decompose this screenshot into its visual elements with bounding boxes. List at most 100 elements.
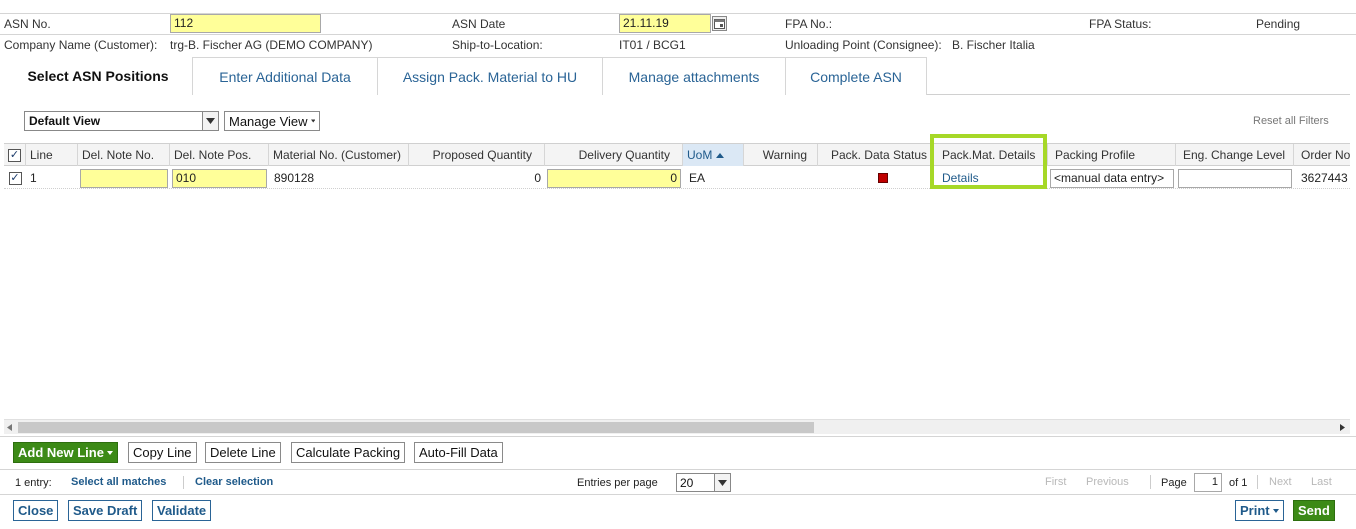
cell-del-note-no-wrap: [78, 167, 170, 189]
ship-to-label: Ship-to-Location:: [452, 38, 543, 52]
copy-line-button[interactable]: Copy Line: [128, 442, 197, 463]
pager-separator: [1150, 475, 1151, 489]
col-header-delivery-qty[interactable]: Delivery Quantity: [545, 144, 683, 166]
add-new-line-label: Add New Line: [18, 445, 104, 460]
select-all-matches-link[interactable]: Select all matches: [71, 476, 166, 488]
pager-separator: [183, 476, 184, 489]
caret-down-icon: [310, 119, 315, 123]
entry-count: 1 entry:: [15, 477, 52, 489]
entries-per-page-value: 20: [680, 475, 694, 490]
col-header-pack-data-status[interactable]: Pack. Data Status: [818, 144, 932, 166]
calculate-packing-button[interactable]: Calculate Packing: [291, 442, 406, 463]
scroll-left-icon: [7, 424, 12, 431]
chevron-down-icon: [202, 112, 218, 130]
row-checkbox[interactable]: ✓: [8, 171, 22, 185]
company-label: Company Name (Customer):: [4, 38, 158, 52]
grid-header-row: ✓ Line Del. Note No. Del. Note Pos. Mate…: [4, 144, 1350, 166]
delivery-qty-input[interactable]: 0: [547, 168, 681, 188]
close-button[interactable]: Close: [13, 500, 59, 521]
del-note-pos-input[interactable]: 010: [172, 168, 267, 188]
page-of-total: of 1: [1229, 477, 1248, 489]
unloading-label: Unloading Point (Consignee):: [785, 38, 942, 52]
default-view-select[interactable]: Default View: [24, 111, 219, 131]
col-header-warning[interactable]: Warning: [744, 144, 818, 166]
col-header-line[interactable]: Line: [26, 144, 78, 166]
del-note-no-input[interactable]: [80, 168, 168, 188]
pager-top-border: [0, 469, 1356, 470]
unloading-value: B. Fischer Italia: [952, 38, 1035, 52]
tab-select-asn-positions[interactable]: Select ASN Positions: [4, 57, 192, 96]
horizontal-scrollbar[interactable]: [4, 419, 1350, 434]
col-header-proposed-qty[interactable]: Proposed Quantity: [409, 144, 545, 166]
print-button[interactable]: Print: [1235, 500, 1284, 521]
caret-down-icon: [1272, 508, 1279, 513]
sort-ascending-icon: [716, 152, 725, 158]
eng-change-level-input[interactable]: [1178, 168, 1292, 188]
tab-bar: Select ASN Positions Enter Additional Da…: [4, 57, 1350, 96]
clear-selection-link[interactable]: Clear selection: [195, 476, 273, 488]
tab-manage-attachments[interactable]: Manage attachments: [602, 57, 786, 95]
positions-grid: ✓ Line Del. Note No. Del. Note Pos. Mate…: [4, 143, 1350, 419]
asn-no-field[interactable]: 112: [170, 14, 321, 33]
col-header-packing-profile[interactable]: Packing Profile: [1048, 144, 1176, 166]
asn-no-label: ASN No.: [4, 17, 51, 31]
select-all-checkbox[interactable]: ✓: [8, 148, 21, 162]
save-draft-button[interactable]: Save Draft: [68, 500, 143, 521]
add-new-line-button[interactable]: Add New Line: [13, 442, 118, 463]
print-label: Print: [1240, 503, 1270, 518]
entries-per-page-select[interactable]: 20: [676, 473, 731, 492]
tab-assign-pack-material[interactable]: Assign Pack. Material to HU: [377, 57, 603, 95]
status-red-square-icon: [878, 173, 888, 183]
packing-profile-input[interactable]: <manual data entry>: [1050, 168, 1174, 188]
page-number-input[interactable]: 1: [1194, 473, 1222, 492]
manage-view-label: Manage View: [229, 113, 308, 129]
caret-down-icon: [106, 450, 113, 455]
cell-packing-profile-wrap: <manual data entry>: [1048, 167, 1176, 189]
asn-date-field[interactable]: 21.11.19: [619, 14, 711, 33]
last-page-link[interactable]: Last: [1311, 476, 1332, 488]
calendar-icon[interactable]: [712, 16, 727, 31]
company-value: trg-B. Fischer AG (DEMO COMPANY): [170, 38, 373, 52]
col-header-del-note-pos[interactable]: Del. Note Pos.: [170, 144, 269, 166]
cell-order-no: 3627443: [1301, 171, 1348, 185]
tab-enter-additional-data[interactable]: Enter Additional Data: [192, 57, 378, 95]
scroll-thumb[interactable]: [18, 422, 814, 433]
fpa-status-label: FPA Status:: [1089, 17, 1152, 31]
page-label: Page: [1161, 477, 1187, 489]
pack-mat-details-highlight: [930, 134, 1047, 189]
tab-complete-asn[interactable]: Complete ASN: [785, 57, 927, 95]
fpa-status-value: Pending: [1256, 17, 1301, 31]
cell-delivery-qty-wrap: 0: [545, 167, 683, 189]
next-page-link[interactable]: Next: [1269, 476, 1292, 488]
cell-proposed-qty: 0: [534, 171, 541, 185]
col-header-order-no[interactable]: Order No: [1294, 144, 1350, 166]
first-page-link[interactable]: First: [1045, 476, 1066, 488]
scroll-right-icon: [1340, 424, 1345, 431]
actions-top-border: [0, 436, 1356, 437]
cell-warning: [744, 167, 818, 189]
default-view-value: Default View: [29, 114, 101, 128]
previous-page-link[interactable]: Previous: [1086, 476, 1129, 488]
col-header-eng-change-level[interactable]: Eng. Change Level: [1176, 144, 1294, 166]
fpa-no-label: FPA No.:: [785, 17, 833, 31]
footer-top-border: [0, 494, 1356, 495]
table-row: ✓ 1 010 890128 0 0 EA Details <manual da…: [4, 167, 1350, 189]
select-all-cell: ✓: [4, 144, 26, 166]
col-header-uom[interactable]: UoM: [683, 144, 744, 166]
auto-fill-data-button[interactable]: Auto-Fill Data: [414, 442, 503, 463]
ship-to-value: IT01 / BCG1: [619, 38, 686, 52]
send-button[interactable]: Send: [1293, 500, 1335, 521]
cell-eng-change-wrap: [1176, 167, 1294, 189]
delete-line-button[interactable]: Delete Line: [205, 442, 281, 463]
pager-separator: [1257, 475, 1258, 489]
col-header-material-no[interactable]: Material No. (Customer): [269, 144, 409, 166]
reset-all-filters-link[interactable]: Reset all Filters: [1253, 115, 1329, 127]
entries-per-page-label: Entries per page: [577, 477, 658, 489]
validate-button[interactable]: Validate: [152, 500, 212, 521]
chevron-down-icon: [714, 474, 730, 491]
manage-view-button[interactable]: Manage View: [224, 111, 320, 131]
row-select-cell: ✓: [4, 167, 26, 189]
col-header-del-note-no[interactable]: Del. Note No.: [78, 144, 170, 166]
cell-pack-data-status: [818, 167, 932, 189]
cell-line: 1: [30, 171, 37, 185]
